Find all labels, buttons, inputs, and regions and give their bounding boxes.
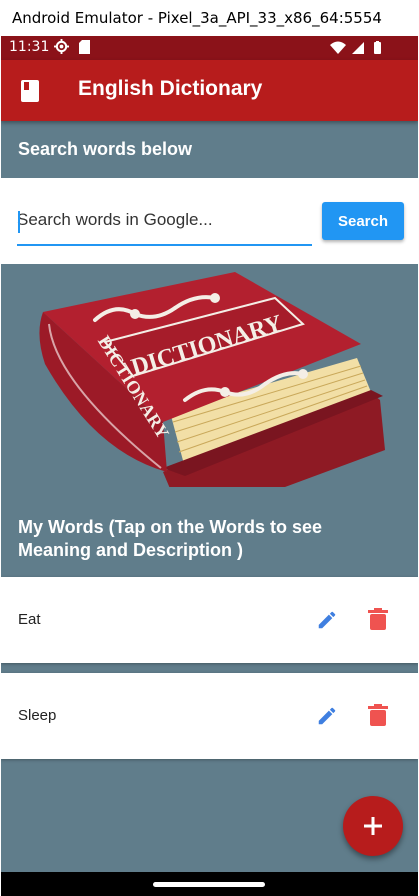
search-row: Search (1, 178, 418, 264)
signal-icon (352, 42, 364, 54)
search-field[interactable] (17, 202, 312, 246)
pencil-icon[interactable] (316, 609, 338, 631)
trash-icon[interactable] (368, 608, 388, 630)
status-time: 11:31 (9, 39, 50, 55)
text-caret (18, 211, 20, 233)
app-bar: English Dictionary (1, 60, 418, 121)
add-word-button[interactable] (343, 796, 403, 856)
my-words-heading: My Words (Tap on the Words to see Meanin… (18, 517, 323, 560)
app-title: English Dictionary (78, 77, 263, 100)
pencil-icon[interactable] (316, 705, 338, 727)
plus-icon (364, 817, 382, 835)
window-title: Android Emulator - Pixel_3a_API_33_x86_6… (12, 9, 382, 27)
word-label[interactable]: Sleep (18, 707, 56, 724)
trash-icon[interactable] (368, 704, 388, 726)
dictionary-book-image: DICTIONARY DICTIONARY (39, 272, 385, 487)
navigation-bar (1, 872, 418, 896)
status-bar: 11:31 (1, 36, 418, 60)
window-title-bar: Android Emulator - Pixel_3a_API_33_x86_6… (0, 0, 419, 36)
search-input[interactable] (17, 210, 312, 230)
settings-gear-icon (54, 39, 69, 54)
book-icon (21, 80, 39, 102)
battery-icon (374, 42, 381, 54)
search-heading: Search words below (18, 139, 193, 159)
home-gesture-handle[interactable] (153, 882, 265, 887)
word-list-item[interactable]: Eat (1, 577, 418, 663)
system-status-icons (330, 41, 381, 54)
phone-screen: 11:31 English Dictionary Search words be… (1, 36, 418, 896)
word-list-item[interactable]: Sleep (1, 673, 418, 759)
sd-card-icon (79, 40, 90, 54)
word-label[interactable]: Eat (18, 611, 41, 628)
search-button[interactable]: Search (322, 202, 404, 240)
wifi-icon (330, 41, 346, 54)
